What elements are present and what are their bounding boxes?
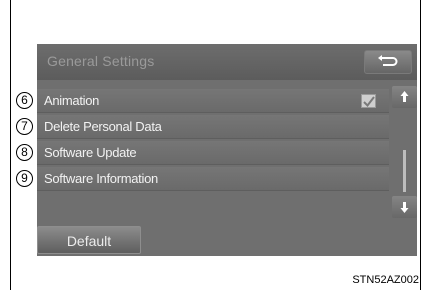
list-item-software-information[interactable]: Software Information (37, 167, 389, 191)
scroll-down-icon (400, 202, 409, 213)
figure-code: STN52AZ002 (352, 274, 419, 286)
scroll-up-button[interactable] (392, 86, 417, 108)
screen-title: General Settings (47, 53, 155, 69)
callout-8: 8 (16, 144, 33, 161)
default-button[interactable]: Default (37, 226, 141, 254)
list-item-label: Delete Personal Data (44, 119, 162, 134)
callout-7: 7 (16, 118, 33, 135)
scroll-up-icon (400, 91, 409, 102)
screen-header: General Settings (37, 44, 417, 80)
back-button[interactable] (364, 50, 412, 74)
list-item-delete-personal-data[interactable]: Delete Personal Data (37, 115, 389, 139)
callout-6: 6 (16, 92, 33, 109)
list-item-label: Animation (44, 93, 100, 108)
list-item-animation[interactable]: Animation (37, 89, 389, 113)
animation-checkbox[interactable] (361, 94, 376, 108)
list-item-software-update[interactable]: Software Update (37, 141, 389, 165)
list-item-label: Software Information (44, 171, 158, 186)
checkmark-icon (363, 96, 375, 107)
return-arrow-icon (378, 55, 398, 66)
scrollbar-thumb[interactable] (403, 150, 406, 192)
frame-right-line (420, 0, 421, 290)
settings-screen: General Settings Animation Delete Person… (37, 44, 417, 256)
list-item-label: Software Update (44, 145, 137, 160)
frame-left-line (10, 0, 11, 290)
scroll-down-button[interactable] (392, 196, 417, 218)
callout-9: 9 (16, 170, 33, 187)
default-button-label: Default (66, 233, 112, 249)
